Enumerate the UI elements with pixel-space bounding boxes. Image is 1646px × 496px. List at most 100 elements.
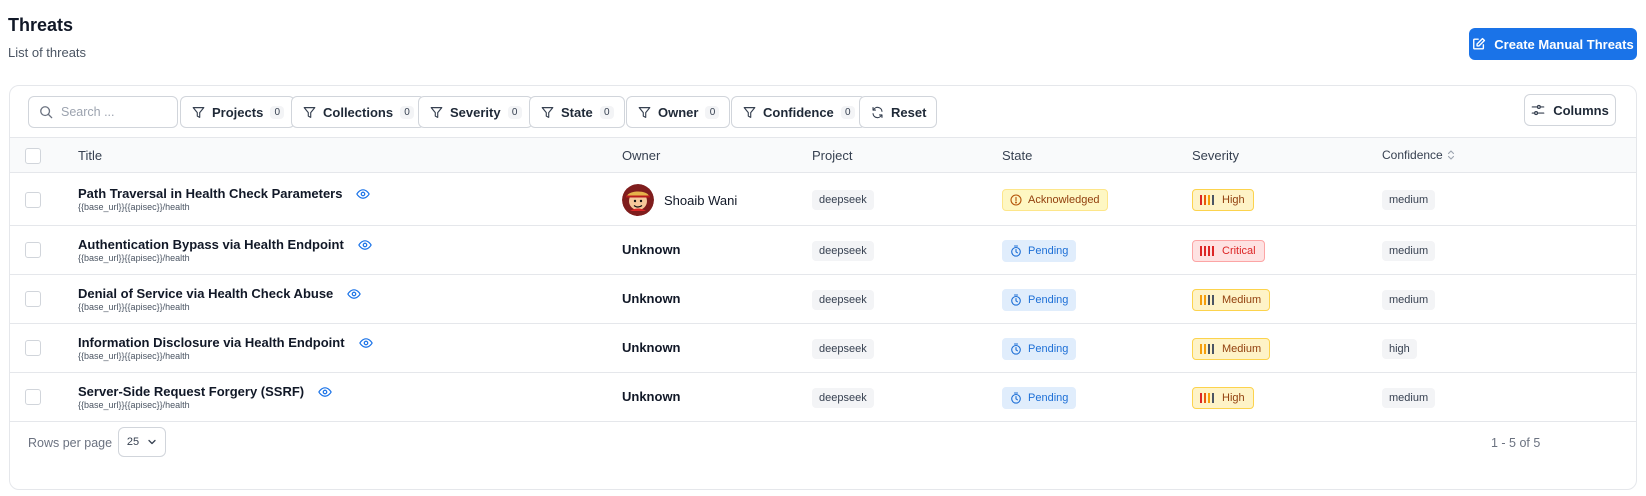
state-badge: Pending (1002, 387, 1077, 409)
reset-button[interactable]: Reset (859, 96, 938, 128)
severity-bars-icon (1200, 195, 1214, 205)
table-row[interactable]: Denial of Service via Health Check Abuse… (10, 275, 1636, 324)
row-checkbox[interactable] (25, 340, 41, 356)
column-title[interactable]: Title (78, 148, 102, 163)
severity-badge: High (1192, 189, 1254, 211)
confidence-tag: medium (1382, 388, 1436, 408)
column-confidence-label: Confidence (1382, 148, 1443, 162)
state-badge: Pending (1002, 338, 1077, 360)
rows-per-page-label: Rows per page (28, 436, 113, 450)
project-tag: deepseek (812, 290, 874, 310)
search-box[interactable] (28, 96, 178, 128)
threat-title-cell: Denial of Service via Health Check Abuse… (78, 286, 362, 312)
severity-badge: High (1192, 387, 1254, 409)
threat-title-cell: Information Disclosure via Health Endpoi… (78, 335, 373, 361)
row-checkbox[interactable] (25, 291, 41, 307)
threat-title[interactable]: Denial of Service via Health Check Abuse (78, 286, 333, 301)
chevron-down-icon (148, 439, 156, 445)
confidence-tag: medium (1382, 241, 1436, 261)
confidence-tag: medium (1382, 290, 1436, 310)
page-subtitle: List of threats (8, 45, 87, 60)
sliders-icon (1531, 104, 1545, 116)
filter-state-count: 0 (599, 105, 614, 119)
filter-icon (303, 106, 316, 118)
table-footer (10, 422, 1636, 489)
project-tag: deepseek (812, 190, 874, 210)
column-owner[interactable]: Owner (622, 148, 660, 163)
filter-collections-button[interactable]: Collections 0 (291, 96, 426, 128)
owner-name: Shoaib Wani (664, 192, 738, 208)
sort-icon (1447, 150, 1454, 160)
row-checkbox[interactable] (25, 192, 41, 208)
owner-cell: Unknown (622, 242, 681, 257)
confidence-tag: high (1382, 339, 1417, 359)
select-all-checkbox[interactable] (25, 148, 41, 164)
threat-title[interactable]: Authentication Bypass via Health Endpoin… (78, 237, 344, 252)
filter-projects-button[interactable]: Projects 0 (180, 96, 296, 128)
table-header: Title Owner Project State Severity Confi… (10, 137, 1636, 173)
filter-severity-button[interactable]: Severity 0 (418, 96, 533, 128)
severity-bars-icon (1200, 393, 1214, 403)
threat-title[interactable]: Information Disclosure via Health Endpoi… (78, 335, 345, 350)
column-confidence[interactable]: Confidence (1382, 148, 1455, 162)
threat-title-cell: Path Traversal in Health Check Parameter… (78, 186, 371, 212)
row-checkbox[interactable] (25, 242, 41, 258)
row-checkbox[interactable] (25, 389, 41, 405)
filter-confidence-button[interactable]: Confidence 0 (731, 96, 866, 128)
table-row[interactable]: Path Traversal in Health Check Parameter… (10, 174, 1636, 226)
filter-projects-count: 0 (270, 105, 285, 119)
filter-owner-button[interactable]: Owner 0 (626, 96, 731, 128)
threat-endpoint: {{base_url}}{{apisec}}/health (78, 302, 190, 312)
columns-button[interactable]: Columns (1524, 94, 1616, 126)
create-manual-threats-button[interactable]: Create Manual Threats (1469, 28, 1637, 60)
rows-per-page-select[interactable]: 25 (118, 427, 166, 457)
state-label: Acknowledged (1028, 194, 1100, 206)
severity-label: High (1222, 392, 1245, 404)
eye-icon[interactable] (356, 187, 371, 201)
filter-icon (430, 106, 443, 118)
state-badge: Pending (1002, 240, 1077, 262)
filter-severity-count: 0 (507, 105, 522, 119)
page-title: Threats (8, 15, 74, 35)
filter-icon (638, 106, 651, 118)
eye-icon[interactable] (357, 238, 372, 252)
column-project[interactable]: Project (812, 148, 852, 163)
pagination-info: 1 - 5 of 5 (1491, 436, 1541, 450)
threat-endpoint: {{base_url}}{{apisec}}/health (78, 253, 190, 263)
eye-icon[interactable] (358, 336, 373, 350)
eye-icon[interactable] (347, 287, 362, 301)
filter-owner-label: Owner (658, 104, 699, 120)
filter-state-button[interactable]: State 0 (529, 96, 625, 128)
reset-label: Reset (891, 104, 927, 120)
filter-owner-count: 0 (705, 105, 720, 119)
columns-label: Columns (1553, 102, 1609, 118)
avatar (622, 184, 654, 216)
severity-label: High (1222, 194, 1245, 206)
threat-title[interactable]: Server-Side Request Forgery (SSRF) (78, 384, 304, 399)
info-circle-icon (1010, 194, 1022, 206)
severity-label: Medium (1222, 343, 1262, 355)
eye-icon[interactable] (318, 385, 332, 399)
timer-icon (1011, 392, 1021, 404)
severity-badge: Medium (1192, 338, 1271, 360)
filter-icon (743, 106, 756, 118)
filter-icon (192, 106, 205, 118)
filter-severity-label: Severity (450, 104, 501, 120)
owner-name: Unknown (622, 291, 681, 306)
column-severity[interactable]: Severity (1192, 148, 1239, 163)
table-row[interactable]: Server-Side Request Forgery (SSRF) {{bas… (10, 373, 1636, 422)
state-label: Pending (1028, 392, 1069, 404)
search-input[interactable] (61, 105, 166, 119)
severity-badge: Critical (1192, 240, 1265, 262)
confidence-tag: medium (1382, 190, 1436, 210)
threat-title[interactable]: Path Traversal in Health Check Parameter… (78, 186, 342, 201)
threat-endpoint: {{base_url}}{{apisec}}/health (78, 202, 190, 212)
rows-per-page-value: 25 (126, 436, 140, 448)
threat-title-cell: Authentication Bypass via Health Endpoin… (78, 237, 372, 263)
state-badge: Acknowledged (1002, 189, 1108, 211)
table-row[interactable]: Information Disclosure via Health Endpoi… (10, 324, 1636, 373)
project-tag: deepseek (812, 241, 874, 261)
table-row[interactable]: Authentication Bypass via Health Endpoin… (10, 226, 1636, 275)
column-state[interactable]: State (1002, 148, 1032, 163)
timer-icon (1011, 343, 1021, 355)
